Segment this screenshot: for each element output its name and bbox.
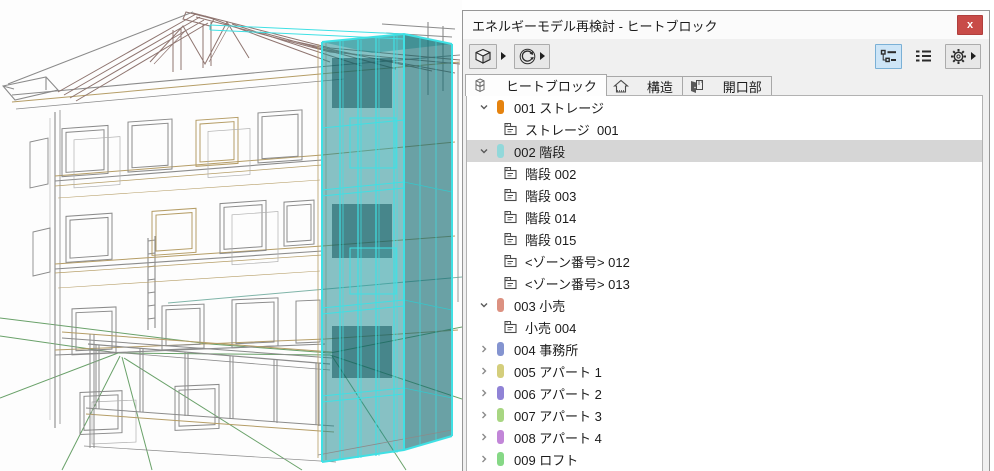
zone-tree-list[interactable]: 001 ストレージストレージ 001 002 階段階段 002 階段 003 階段 0… [466, 95, 983, 471]
tree-view-button[interactable] [875, 43, 902, 69]
tab-label: 開口部 [722, 79, 762, 95]
chevron-right-icon[interactable] [476, 454, 491, 464]
zone-stamp-icon [503, 210, 518, 224]
tab-bar: ヒートブロック 構造 開口部 [463, 73, 989, 96]
chevron-right-icon[interactable] [476, 432, 491, 442]
tree-item-label: 006 アパート 2 [514, 386, 602, 402]
opening-icon [689, 49, 718, 124]
tab-openings[interactable]: 開口部 [681, 76, 772, 95]
tree-group-row[interactable]: 008 アパート 4 [467, 426, 982, 448]
zone-stamp-icon [503, 320, 518, 334]
zone-color-swatch [497, 144, 504, 158]
chevron-right-icon[interactable] [476, 410, 491, 420]
zone-stamp-icon [503, 188, 518, 202]
tree-zone-row[interactable]: 階段 003 [467, 184, 982, 206]
tree-item-label: 003 小売 [514, 298, 566, 314]
chevron-down-icon[interactable] [476, 146, 491, 156]
tree-group-row[interactable]: 004 事務所 [467, 338, 982, 360]
tab-label: 構造 [646, 79, 673, 95]
dropdown-arrow-icon [501, 52, 506, 60]
tree-item-label: 008 アパート 4 [514, 430, 602, 446]
tab-structure[interactable]: 構造 [605, 76, 683, 95]
tree-group-row[interactable]: 002 階段 [467, 140, 982, 162]
zone-stamp-icon [503, 122, 518, 136]
heat-block-palette: エネルギーモデル再検討 - ヒートブロック x ヒートブロック 構造 開口部 0… [462, 10, 990, 471]
tree-item-label: 階段 002 [525, 166, 577, 182]
tab-label: ヒートブロック [505, 79, 597, 94]
tree-item-label: ストレージ 001 [525, 122, 619, 138]
zone-stamp-icon [503, 254, 518, 268]
zone-color-swatch [497, 408, 504, 422]
close-button[interactable]: x [957, 15, 983, 35]
tree-zone-row[interactable]: 小売 004 [467, 316, 982, 338]
tree-zone-row[interactable]: <ゾーン番号> 013 [467, 272, 982, 294]
tree-item-label: 階段 015 [525, 232, 577, 248]
tree-item-label: 階段 003 [525, 188, 577, 204]
tree-zone-row[interactable]: <ゾーン番号> 012 [467, 250, 982, 272]
building-wireframe [0, 11, 462, 471]
tree-group-row[interactable]: 001 ストレージ [467, 96, 982, 118]
selected-zone-block [209, 24, 453, 463]
settings-button[interactable] [945, 43, 981, 69]
tree-item-label: 001 ストレージ [514, 100, 605, 116]
tree-group-row[interactable]: 006 アパート 2 [467, 382, 982, 404]
tree-zone-row[interactable]: 階段 015 [467, 228, 982, 250]
refresh-icon [519, 48, 536, 65]
chevron-right-icon[interactable] [476, 388, 491, 398]
tree-item-label: 007 アパート 3 [514, 408, 602, 424]
dropdown-arrow-icon [971, 52, 976, 60]
structure-icon [612, 49, 642, 124]
window-title: エネルギーモデル再検討 - ヒートブロック [472, 18, 718, 34]
palette-toolbar [463, 39, 989, 73]
tree-item-label: 002 階段 [514, 144, 566, 160]
zone-color-swatch [497, 298, 504, 312]
zone-color-swatch [497, 430, 504, 444]
tree-item-label: 009 ロフト [514, 452, 579, 468]
zone-color-swatch [497, 386, 504, 400]
zone-stamp-icon [503, 276, 518, 290]
dropdown-arrow-icon [540, 52, 545, 60]
tree-item-label: 005 アパート 1 [514, 364, 602, 380]
tree-zone-row[interactable]: 階段 014 [467, 206, 982, 228]
tree-item-label: <ゾーン番号> 012 [525, 254, 630, 270]
tree-group-row[interactable]: 003 小売 [467, 294, 982, 316]
tree-item-label: 小売 004 [525, 320, 577, 336]
zone-color-swatch [497, 452, 504, 466]
3d-model-viewport[interactable] [0, 0, 462, 471]
palette-titlebar[interactable]: エネルギーモデル再検討 - ヒートブロック x [463, 11, 989, 39]
flat-list-icon [915, 49, 932, 63]
tree-list-icon [880, 49, 897, 64]
chevron-down-icon[interactable] [476, 300, 491, 310]
tree-group-row[interactable]: 009 ロフト [467, 448, 982, 470]
chevron-right-icon[interactable] [476, 344, 491, 354]
flat-view-button[interactable] [911, 44, 936, 69]
gear-icon [950, 48, 967, 65]
heat-block-icon [472, 48, 501, 123]
chevron-right-icon[interactable] [476, 366, 491, 376]
tree-item-label: 004 事務所 [514, 342, 579, 358]
refresh-button[interactable] [514, 43, 550, 69]
zone-stamp-icon [503, 166, 518, 180]
tree-group-row[interactable]: 007 アパート 3 [467, 404, 982, 426]
zone-stamp-icon [503, 232, 518, 246]
tree-item-label: 階段 014 [525, 210, 577, 226]
zone-color-swatch [497, 342, 504, 356]
tree-group-row[interactable]: 005 アパート 1 [467, 360, 982, 382]
tree-zone-row[interactable]: 階段 002 [467, 162, 982, 184]
zone-color-swatch [497, 364, 504, 378]
tree-zone-row[interactable]: ストレージ 001 [467, 118, 982, 140]
tab-heat-block[interactable]: ヒートブロック [465, 74, 607, 96]
tree-item-label: <ゾーン番号> 013 [525, 276, 630, 292]
